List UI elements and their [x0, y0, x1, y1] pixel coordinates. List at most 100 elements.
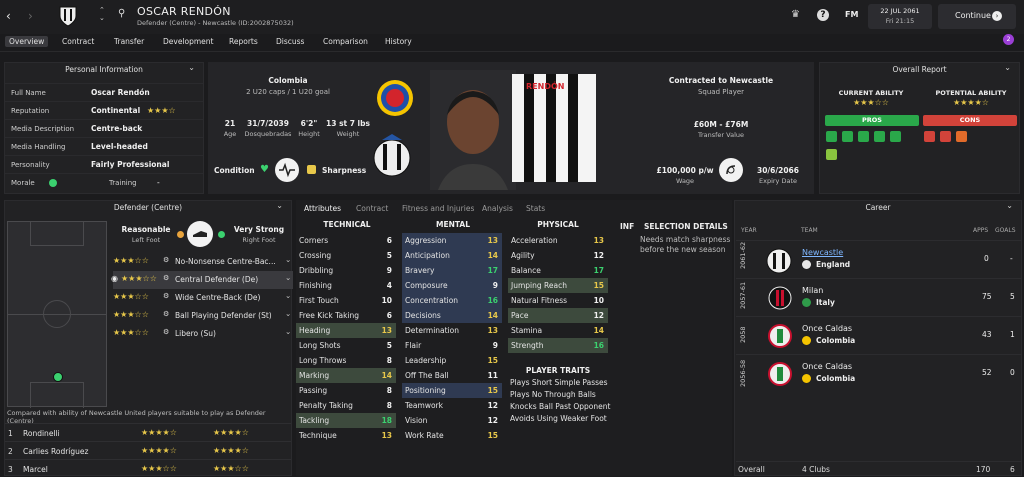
attribute-row[interactable]: Technique 13 [296, 428, 396, 443]
contract-icon[interactable] [719, 158, 743, 182]
attribute-row[interactable]: Aggression 13 [402, 233, 502, 248]
help-icon[interactable]: ? [817, 9, 829, 21]
fm-logo[interactable]: FM [845, 10, 858, 19]
notification-badge[interactable]: 2 [1003, 34, 1014, 45]
attribute-row[interactable]: Corners 6 [296, 233, 396, 248]
attribute-row[interactable]: Teamwork 12 [402, 398, 502, 413]
attribute-row[interactable]: Marking 14 [296, 368, 396, 383]
chevron-down-icon[interactable]: ⌄ [1004, 63, 1011, 72]
attribute-row[interactable]: Anticipation 14 [402, 248, 502, 263]
career-team-link[interactable]: Newcastle [802, 248, 843, 257]
attribute-row[interactable]: Free Kick Taking 6 [296, 308, 396, 323]
attribute-row[interactable]: Positioning 15 [402, 383, 502, 398]
nav-contract[interactable]: Contract [62, 37, 94, 46]
career-row[interactable]: 2061-62 Newcastle England 0 - [736, 240, 1022, 278]
pro-icon[interactable] [858, 131, 869, 142]
attribute-row[interactable]: Jumping Reach 15 [508, 278, 608, 293]
attribute-row[interactable]: Tackling 18 [296, 413, 396, 428]
attribute-row[interactable]: Natural Fitness 10 [508, 293, 608, 308]
role-row[interactable]: ★★★☆☆ ⚙ Ball Playing Defender (St) ⌄ [113, 307, 293, 325]
role-gear-icon[interactable]: ⚙ [163, 256, 169, 264]
tab-analysis[interactable]: Analysis [482, 204, 513, 213]
con-icon[interactable] [924, 131, 935, 142]
compare-row[interactable]: 2 Carlies Rodríguez ★★★★☆ ★★★★☆ [5, 441, 291, 459]
role-gear-icon[interactable]: ⚙ [163, 274, 169, 282]
pro-icon[interactable] [826, 149, 837, 160]
nav-reports[interactable]: Reports [229, 37, 258, 46]
role-row[interactable]: ★★★☆☆ ⚙ Libero (Su) ⌄ [113, 325, 293, 343]
attribute-row[interactable]: Decisions 14 [402, 308, 502, 323]
career-team-link[interactable]: Milan [802, 286, 823, 295]
trophy-icon[interactable]: ♛ [791, 9, 800, 20]
nav-transfer[interactable]: Transfer [114, 37, 144, 46]
tab-stats[interactable]: Stats [526, 204, 545, 213]
attribute-row[interactable]: First Touch 10 [296, 293, 396, 308]
continue-button[interactable]: Continue › [938, 4, 1016, 29]
attribute-row[interactable]: Dribbling 9 [296, 263, 396, 278]
attribute-row[interactable]: Long Shots 5 [296, 338, 396, 353]
con-icon[interactable] [956, 131, 967, 142]
nav-overview[interactable]: Overview [5, 36, 49, 47]
attribute-row[interactable]: Stamina 14 [508, 323, 608, 338]
attribute-row[interactable]: Bravery 17 [402, 263, 502, 278]
chevron-down-icon[interactable]: ⌄ [188, 63, 195, 72]
role-row[interactable]: ★★★☆☆ ⚙ No-Nonsense Centre-Bac... ⌄ [113, 253, 293, 271]
attribute-row[interactable]: Pace 12 [508, 308, 608, 323]
attribute-row[interactable]: Long Throws 8 [296, 353, 396, 368]
role-row[interactable]: ◉ ★★★☆☆ ⚙ Central Defender (De) ⌄ [111, 271, 293, 289]
attribute-row[interactable]: Passing 8 [296, 383, 396, 398]
condition-pulse-icon[interactable] [275, 158, 299, 182]
attribute-row[interactable]: Agility 12 [508, 248, 608, 263]
pro-icon[interactable] [874, 131, 885, 142]
pro-icon[interactable] [842, 131, 853, 142]
pro-icon[interactable] [890, 131, 901, 142]
attribute-row[interactable]: Crossing 5 [296, 248, 396, 263]
chevron-down-icon[interactable]: ⌄ [285, 327, 291, 336]
chevron-down-icon[interactable]: ⌄ [1006, 201, 1013, 210]
attribute-row[interactable]: Balance 17 [508, 263, 608, 278]
attribute-row[interactable]: Composure 9 [402, 278, 502, 293]
newcastle-crest-icon[interactable] [58, 5, 78, 27]
sort-arrows-icon[interactable]: ⌃ ⌄ [99, 6, 105, 22]
career-row[interactable]: 2058 Once Caldas Colombia 43 1 [736, 316, 1022, 354]
date-box[interactable]: 22 JUL 2061 Fri 21:15 [868, 4, 932, 29]
nav-comparison[interactable]: Comparison [323, 37, 368, 46]
attribute-row[interactable]: Penalty Taking 8 [296, 398, 396, 413]
attribute-row[interactable]: Off The Ball 11 [402, 368, 502, 383]
attribute-row[interactable]: Leadership 15 [402, 353, 502, 368]
position-marker[interactable] [53, 372, 63, 382]
chevron-down-icon[interactable]: ⌄ [285, 255, 291, 264]
attribute-row[interactable]: Determination 13 [402, 323, 502, 338]
compare-row[interactable]: 1 Rondinelli ★★★★☆ ★★★★☆ [5, 423, 291, 441]
attribute-row[interactable]: Concentration 16 [402, 293, 502, 308]
tab-fitness[interactable]: Fitness and Injuries [402, 204, 474, 213]
attribute-row[interactable]: Vision 12 [402, 413, 502, 428]
chevron-down-icon[interactable]: ⌄ [276, 201, 283, 210]
radio-selected-icon[interactable]: ◉ [111, 274, 118, 283]
tab-contract[interactable]: Contract [356, 204, 388, 213]
nav-development[interactable]: Development [163, 37, 214, 46]
compare-row[interactable]: 3 Marcel ★★★☆☆ ★★★☆☆ [5, 459, 291, 477]
nav-history[interactable]: History [385, 37, 412, 46]
role-gear-icon[interactable]: ⚙ [163, 292, 169, 300]
role-gear-icon[interactable]: ⚙ [163, 310, 169, 318]
attribute-row[interactable]: Work Rate 15 [402, 428, 502, 443]
role-gear-icon[interactable]: ⚙ [163, 328, 169, 336]
tab-attributes[interactable]: Attributes [304, 204, 341, 213]
attribute-row[interactable]: Finishing 4 [296, 278, 396, 293]
chevron-down-icon[interactable]: ⌄ [285, 291, 291, 300]
con-icon[interactable] [940, 131, 951, 142]
forward-arrow-icon[interactable]: › [28, 9, 33, 23]
career-team-link[interactable]: Once Caldas [802, 324, 852, 333]
attribute-row[interactable]: Acceleration 13 [508, 233, 608, 248]
career-row[interactable]: 2056-58 Once Caldas Colombia 52 0 [736, 354, 1022, 392]
career-row[interactable]: 2057-61 Milan Italy 75 5 [736, 278, 1022, 316]
pro-icon[interactable] [826, 131, 837, 142]
career-team-link[interactable]: Once Caldas [802, 362, 852, 371]
nav-discuss[interactable]: Discuss [276, 37, 304, 46]
back-arrow-icon[interactable]: ‹ [6, 9, 11, 23]
role-row[interactable]: ★★★☆☆ ⚙ Wide Centre-Back (De) ⌄ [113, 289, 293, 307]
chevron-down-icon[interactable]: ⌄ [285, 273, 291, 282]
attribute-row[interactable]: Flair 9 [402, 338, 502, 353]
attribute-row[interactable]: Strength 16 [508, 338, 608, 353]
